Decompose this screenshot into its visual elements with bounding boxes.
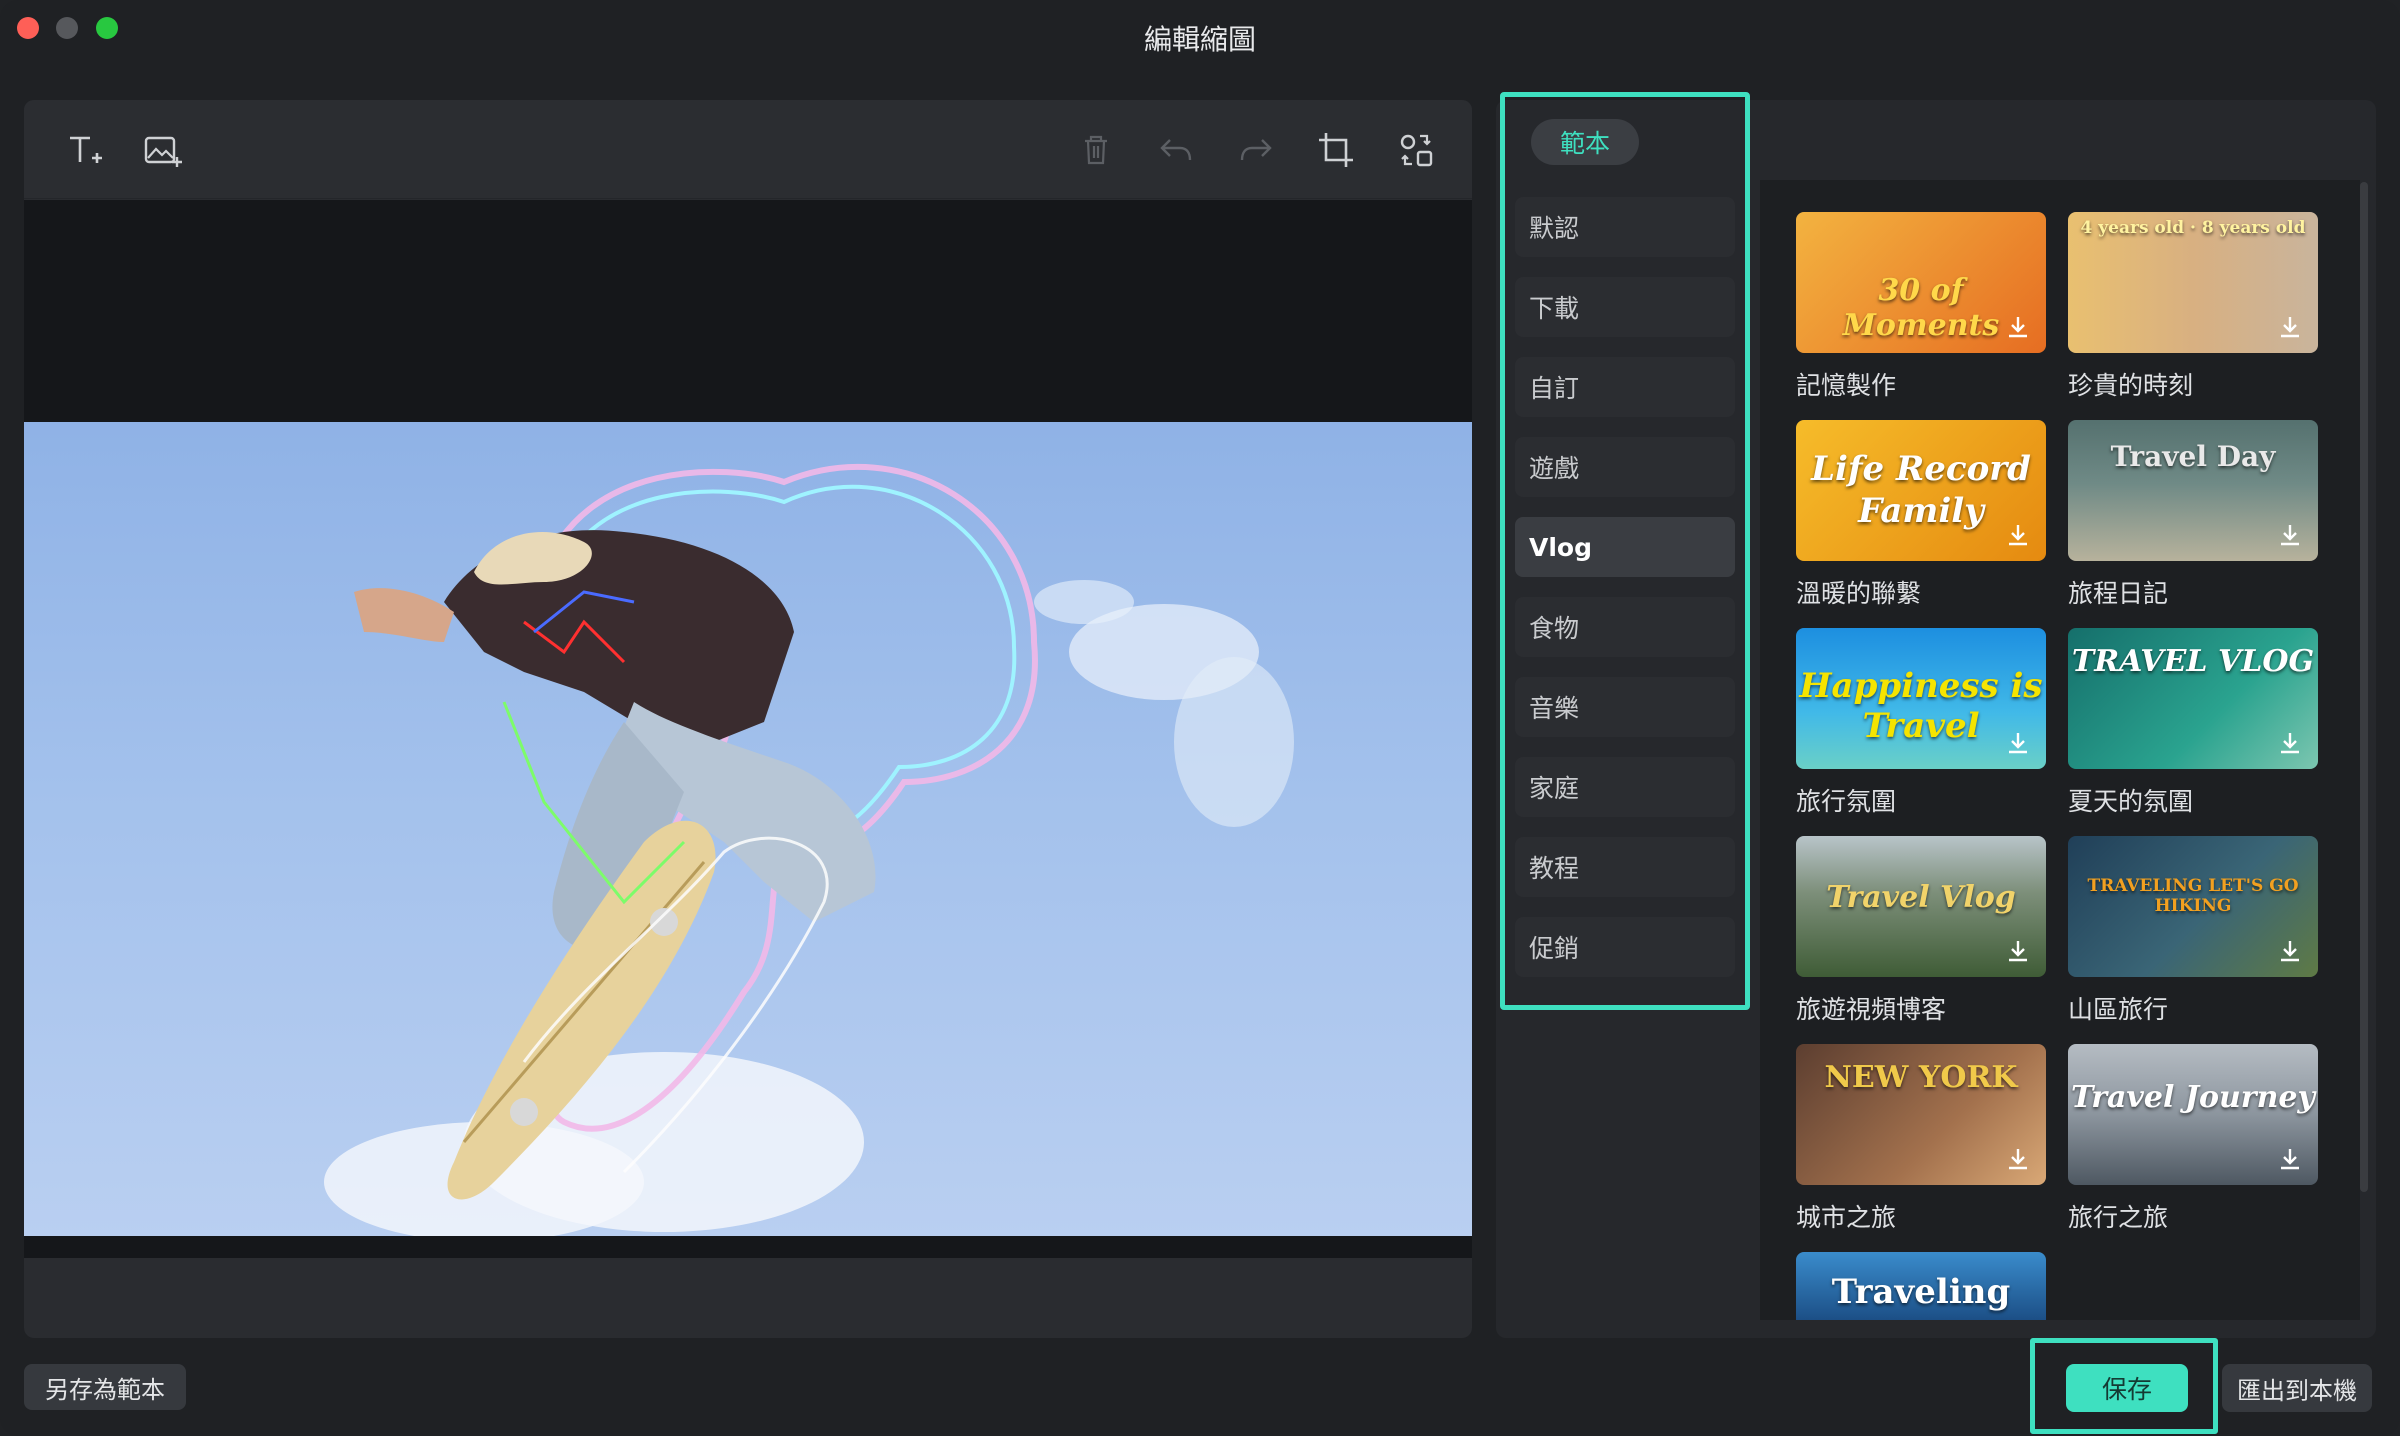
canvas-area bbox=[24, 200, 1472, 1338]
save-as-template-button[interactable]: 另存為範本 bbox=[24, 1364, 186, 1410]
save-button[interactable]: 保存 bbox=[2066, 1364, 2188, 1412]
template-art-text: Life Record Family bbox=[1811, 449, 2031, 531]
category-label: 家庭 bbox=[1529, 774, 1580, 803]
template-art-text: NEW YORK bbox=[1824, 1060, 2018, 1095]
trash-icon bbox=[1085, 135, 1107, 165]
download-icon[interactable] bbox=[2004, 937, 2032, 965]
category-label: 下載 bbox=[1529, 294, 1580, 323]
template-caption: 旅行之旅 bbox=[2068, 1203, 2169, 1232]
category-label: 遊戲 bbox=[1529, 454, 1580, 483]
download-icon[interactable] bbox=[2004, 313, 2032, 341]
text-add-icon bbox=[70, 136, 102, 163]
crop-button[interactable] bbox=[1310, 125, 1362, 175]
category-item-music[interactable]: 音樂 bbox=[1515, 677, 1735, 737]
canvas-footer bbox=[24, 1258, 1472, 1338]
undo-icon bbox=[1160, 139, 1192, 161]
template-art-text: TRAVEL VLOG bbox=[2071, 644, 2315, 679]
template-card[interactable]: TRAVEL VLOG bbox=[2068, 628, 2318, 769]
template-card[interactable]: 4 years old · 8 years old bbox=[2068, 212, 2318, 353]
template-card[interactable]: TRAVELING LET'S GO HIKING bbox=[2068, 836, 2318, 977]
template-art-text: TRAVELING LET'S GO HIKING bbox=[2087, 876, 2299, 916]
category-item-food[interactable]: 食物 bbox=[1515, 597, 1735, 657]
replace-icon bbox=[1400, 134, 1433, 167]
category-label: 音樂 bbox=[1529, 694, 1580, 723]
template-grid: 30 of Moments 記憶製作 4 years old · 8 years… bbox=[1760, 180, 2360, 1320]
category-item-custom[interactable]: 自訂 bbox=[1515, 357, 1735, 417]
template-caption: 山區旅行 bbox=[2068, 995, 2169, 1024]
redo-button[interactable] bbox=[1230, 125, 1282, 175]
redo-icon bbox=[1240, 139, 1272, 161]
category-item-family[interactable]: 家庭 bbox=[1515, 757, 1735, 817]
download-icon[interactable] bbox=[2276, 313, 2304, 341]
template-caption: 夏天的氛圍 bbox=[2068, 787, 2194, 816]
template-art-text: Travel Journey bbox=[2071, 1080, 2315, 1115]
template-card[interactable]: Travel Day bbox=[2068, 420, 2318, 561]
thumbnail-preview-image[interactable] bbox=[24, 422, 1472, 1236]
export-to-local-button[interactable]: 匯出到本機 bbox=[2222, 1364, 2372, 1412]
category-label: 教程 bbox=[1529, 854, 1580, 883]
crop-icon bbox=[1319, 133, 1353, 167]
download-icon[interactable] bbox=[2276, 729, 2304, 757]
app-window: 編輯縮圖 範本 默認 下載 自訂 遊戲 Vlog 食物 音樂 家庭 教程 促銷 … bbox=[0, 0, 2400, 1436]
download-icon[interactable] bbox=[2004, 729, 2032, 757]
download-icon[interactable] bbox=[2276, 937, 2304, 965]
template-art-text: 4 years old · 8 years old bbox=[2080, 218, 2306, 238]
template-art-text: Travel Vlog bbox=[1826, 880, 2016, 915]
window-title: 編輯縮圖 bbox=[1143, 23, 1256, 56]
template-caption: 旅遊視頻博客 bbox=[1796, 995, 1947, 1024]
template-caption: 旅程日記 bbox=[2068, 579, 2169, 608]
template-card[interactable]: Travel Journey bbox=[2068, 1044, 2318, 1185]
category-item-tutorial[interactable]: 教程 bbox=[1515, 837, 1735, 897]
template-art-text: Traveling bbox=[1831, 1272, 2011, 1312]
template-caption: 城市之旅 bbox=[1796, 1203, 1897, 1232]
category-item-promotion[interactable]: 促銷 bbox=[1515, 917, 1735, 977]
download-icon[interactable] bbox=[2004, 521, 2032, 549]
template-card[interactable]: Life Record Family bbox=[1796, 420, 2046, 561]
undo-button[interactable] bbox=[1150, 125, 1202, 175]
template-card[interactable]: Travel Vlog bbox=[1796, 836, 2046, 977]
delete-button[interactable] bbox=[1070, 125, 1122, 175]
template-art-text: Travel Day bbox=[2110, 440, 2276, 473]
template-caption: 旅行氛圍 bbox=[1796, 787, 1897, 816]
template-card[interactable]: Traveling bbox=[1796, 1252, 2046, 1320]
editor-panel bbox=[24, 100, 1472, 1338]
category-label: 食物 bbox=[1529, 614, 1580, 643]
category-item-downloaded[interactable]: 下載 bbox=[1515, 277, 1735, 337]
skateboarder-photo bbox=[324, 464, 1294, 1236]
title-bar: 編輯縮圖 bbox=[0, 0, 2400, 78]
download-icon[interactable] bbox=[2004, 1145, 2032, 1173]
category-label: 自訂 bbox=[1529, 374, 1580, 403]
template-caption: 珍貴的時刻 bbox=[2068, 371, 2194, 400]
category-label: 默認 bbox=[1529, 214, 1580, 243]
add-text-button[interactable] bbox=[58, 125, 110, 175]
image-add-icon bbox=[144, 136, 182, 167]
category-item-default[interactable]: 默認 bbox=[1515, 197, 1735, 257]
add-image-button[interactable] bbox=[136, 125, 188, 175]
category-label: Vlog bbox=[1529, 532, 1592, 562]
replace-button[interactable] bbox=[1390, 125, 1442, 175]
template-card[interactable]: NEW YORK bbox=[1796, 1044, 2046, 1185]
editor-toolbar bbox=[24, 100, 1472, 199]
template-caption: 記憶製作 bbox=[1796, 371, 1897, 400]
template-card[interactable]: Happiness is Travel bbox=[1796, 628, 2046, 769]
category-item-gaming[interactable]: 遊戲 bbox=[1515, 437, 1735, 497]
category-item-vlog[interactable]: Vlog bbox=[1515, 517, 1735, 577]
category-label: 促銷 bbox=[1529, 934, 1580, 963]
template-card[interactable]: 30 of Moments bbox=[1796, 212, 2046, 353]
template-grid-scrollbar[interactable] bbox=[2360, 182, 2368, 1192]
category-list: 範本 默認 下載 自訂 遊戲 Vlog 食物 音樂 家庭 教程 促銷 bbox=[1500, 92, 1750, 1010]
tab-templates[interactable]: 範本 bbox=[1531, 119, 1639, 165]
download-icon[interactable] bbox=[2276, 521, 2304, 549]
template-caption: 溫暖的聯繫 bbox=[1796, 579, 1922, 608]
download-icon[interactable] bbox=[2276, 1145, 2304, 1173]
